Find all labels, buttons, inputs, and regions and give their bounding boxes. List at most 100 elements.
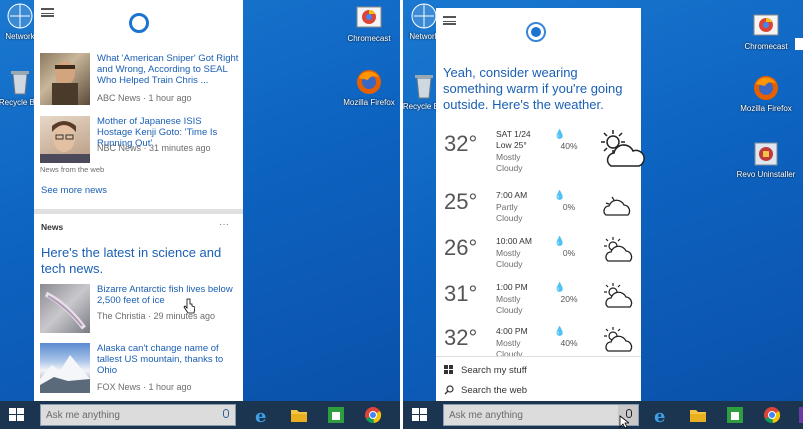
precipitation: 20% [560,294,578,304]
left-screenshot: Network Recycle Bin Chromecast Mozilla F… [0,0,400,429]
cortana-icon [526,22,546,42]
desktop-icon-label: Mozilla Firefox [740,104,792,113]
cortana-search-box[interactable]: Ask me anything [40,404,236,426]
weather-date: SAT 1/24 [496,129,531,139]
mostly-cloudy-icon [604,237,633,262]
cortana-panel: What 'American Sniper' Got Right and Wro… [34,0,243,401]
forecast-time: 7:00 AM [496,190,528,200]
hand-cursor-icon [183,298,195,314]
hamburger-menu-icon[interactable] [443,16,456,25]
forecast-condition: Mostly Cloudy [496,294,523,315]
news-title[interactable]: Alaska can't change name of tallest US m… [97,343,239,376]
forecast-temperature: 32° [444,325,478,350]
network-icon [410,2,438,30]
see-more-news-link[interactable]: See more news [41,185,107,196]
news-headline: Here's the latest in science and tech ne… [41,245,222,276]
revo-uninstaller-icon [752,140,780,168]
desktop-icon-label: Network [5,32,35,41]
svg-text:e: e [255,406,266,424]
search-placeholder: Ask me anything [449,410,523,421]
cortana-search-box[interactable]: Ask me anything [443,404,639,429]
forecast-temperature: 25° [444,189,478,214]
right-screenshot: Network Recycle Bin Chromecast Mozilla F… [403,0,803,429]
precipitation: 40% [560,141,578,151]
news-thumbnail-image [40,116,90,163]
chrome-icon[interactable] [364,406,382,424]
search-icon [444,385,454,395]
news-source: The Christia · 29 minutes ago [97,311,216,321]
news-item[interactable]: Alaska can't change name of tallest US m… [40,343,240,397]
section-divider [34,209,243,214]
news-source: FOX News · 1 hour ago [97,382,192,392]
forecast-row[interactable]: 31° 1:00 PM Mostly Cloudy 💧 20% [444,281,640,327]
windows-start-button[interactable] [412,408,427,422]
microphone-icon[interactable] [223,409,229,418]
news-source: ABC News · 1 hour ago [97,93,192,103]
desktop-icon-label: Chromecast [744,42,788,51]
windows-logo-icon [444,365,454,375]
firefox-icon [355,68,383,96]
chrome-icon[interactable] [763,406,781,424]
precipitation: 0% [562,248,576,258]
desktop-icon-label: Chromecast [347,34,391,43]
forecast-time: 4:00 PM [496,326,528,336]
partial-desktop-icon [795,38,803,50]
mostly-cloudy-icon [601,130,645,167]
forecast-condition: Mostly Cloudy [496,248,523,269]
file-explorer-icon[interactable] [689,406,707,424]
raindrop-icon: 💧 [554,282,566,292]
news-item[interactable]: Bizarre Antarctic fish lives below 2,500… [40,284,240,338]
store-icon[interactable] [327,406,345,424]
more-options-icon[interactable]: ··· [219,219,229,230]
desktop-icon-firefox[interactable]: Mozilla Firefox [736,74,796,113]
store-icon[interactable] [726,406,744,424]
news-thumbnail-image [40,284,90,333]
news-item[interactable]: Mother of Japanese ISIS Hostage Kenji Go… [40,116,240,176]
forecast-temperature: 31° [444,281,478,306]
cortana-panel: Yeah, consider wearing something warm if… [436,8,645,401]
partly-cloudy-icon [603,196,631,216]
forecast-temperature: 26° [444,235,478,260]
desktop-icon-chromecast[interactable]: Chromecast [736,12,796,51]
partial-taskbar-icon [799,407,803,423]
raindrop-icon: 💧 [554,236,566,246]
desktop-icon-chromecast[interactable]: Chromecast [339,4,399,43]
weather-current[interactable]: 32° SAT 1/24 Low 25° Mostly Cloudy 💧 40% [444,128,645,188]
news-caption: News from the web [40,165,105,174]
recycle-bin-icon [410,72,438,100]
raindrop-icon: 💧 [554,190,566,200]
forecast-row[interactable]: 26° 10:00 AM Mostly Cloudy 💧 0% [444,235,640,281]
weather-low: Low 25° [496,140,527,150]
news-title[interactable]: What 'American Sniper' Got Right and Wro… [97,53,239,86]
mostly-cloudy-icon [604,327,633,352]
search-placeholder: Ask me anything [46,410,120,421]
desktop-icon-revo-uninstaller[interactable]: Revo Uninstaller [736,140,796,179]
news-item[interactable]: What 'American Sniper' Got Right and Wro… [40,53,240,107]
chromecast-icon [355,4,383,32]
forecast-row[interactable]: 25° 7:00 AM Partly Cloudy 💧 0% [444,189,640,235]
weather-condition: Mostly Cloudy [496,152,523,173]
hamburger-menu-icon[interactable] [41,8,54,17]
taskbar: Ask me anything e [0,401,400,429]
forecast-condition: Partly Cloudy [496,202,523,223]
arrow-cursor-icon [619,415,629,429]
news-thumbnail-image [40,53,90,105]
internet-explorer-icon[interactable]: e [652,406,670,427]
search-options: Search my stuff Search the web [436,356,641,401]
windows-start-button[interactable] [9,408,24,422]
firefox-icon [752,74,780,102]
svg-text:e: e [654,406,665,424]
desktop-icon-firefox[interactable]: Mozilla Firefox [339,68,399,107]
mostly-cloudy-icon [604,283,633,308]
search-my-stuff-option[interactable]: Search my stuff [461,365,527,376]
chromecast-icon [752,12,780,40]
current-temperature: 32° [444,131,478,156]
news-title[interactable]: Bizarre Antarctic fish lives below 2,500… [97,284,239,306]
recycle-bin-icon [6,68,34,96]
raindrop-icon: 💧 [554,326,566,336]
precipitation: 40% [560,338,578,348]
internet-explorer-icon[interactable]: e [253,406,271,427]
news-thumbnail-image [40,343,90,393]
file-explorer-icon[interactable] [290,406,308,424]
search-the-web-option[interactable]: Search the web [461,385,527,396]
